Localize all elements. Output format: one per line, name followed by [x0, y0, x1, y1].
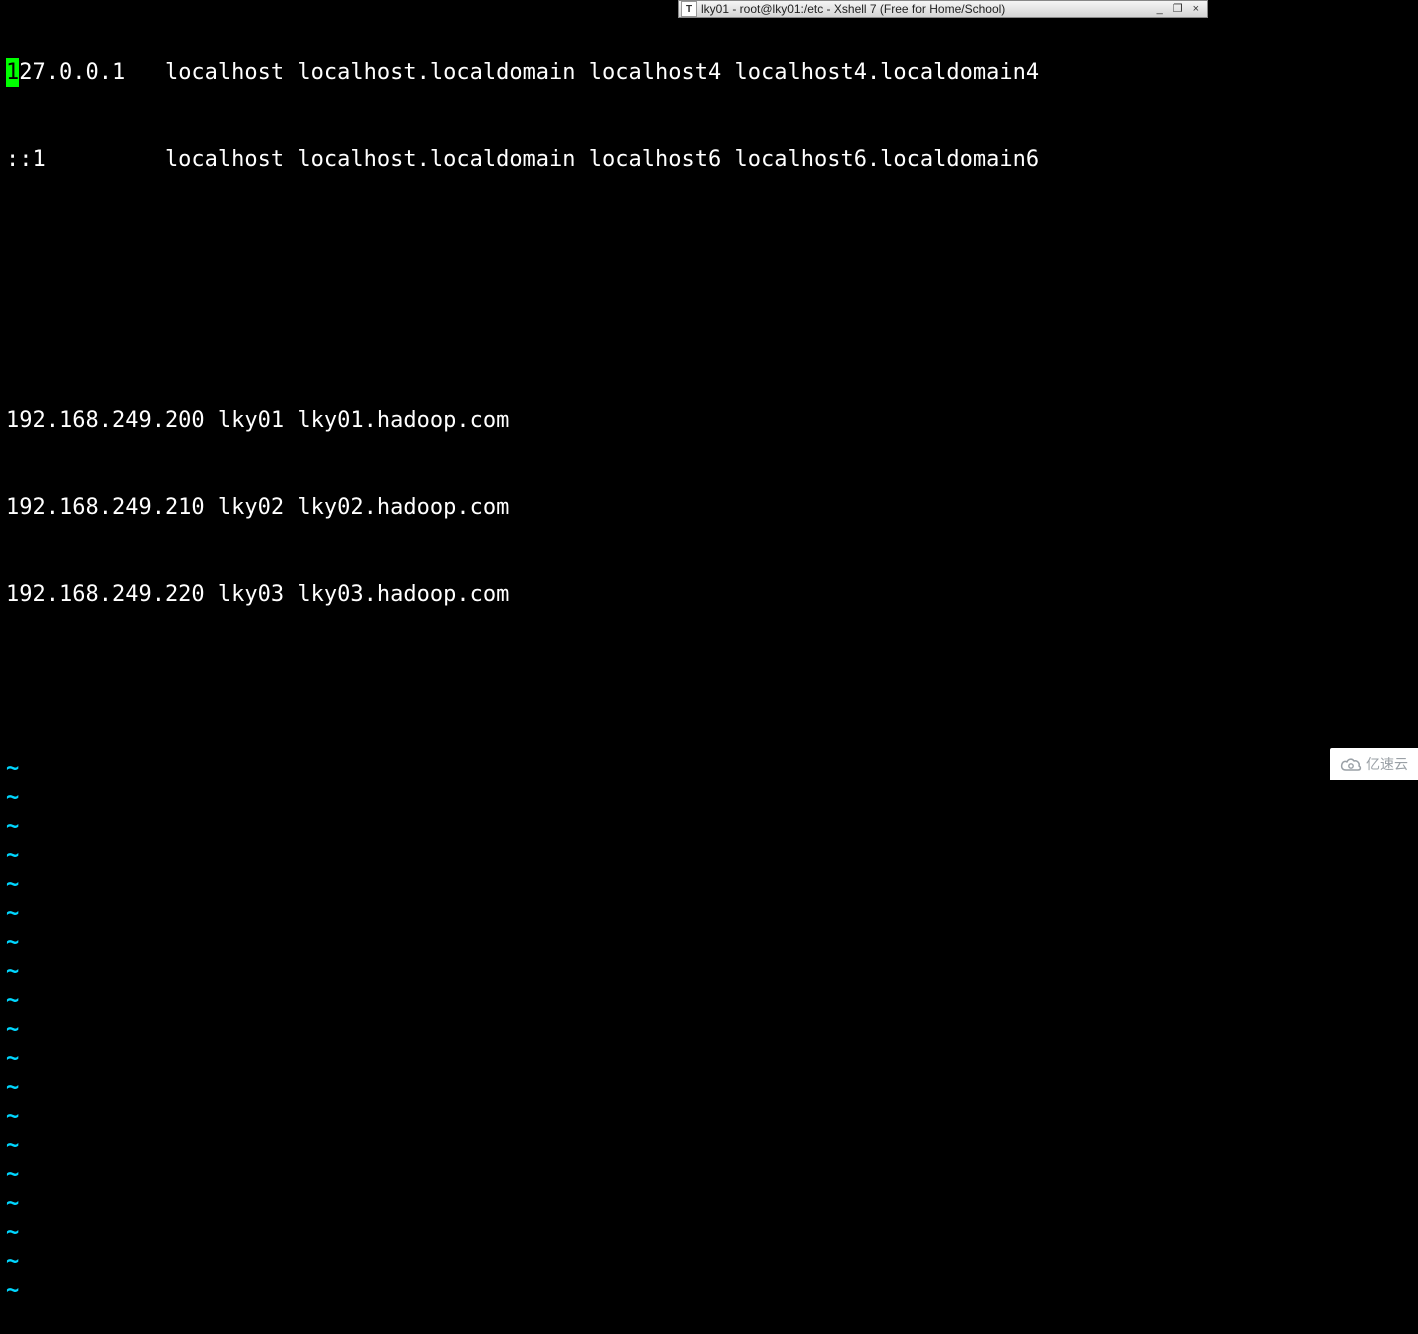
file-line — [6, 667, 1418, 696]
window-controls: _ ❐ × — [1155, 4, 1207, 15]
empty-line-tilde: ~ — [6, 1131, 1418, 1160]
file-line: 127.0.0.1 localhost localhost.localdomai… — [6, 58, 1418, 87]
empty-line-tilde: ~ — [6, 1044, 1418, 1073]
empty-line-tilde: ~ — [6, 870, 1418, 899]
file-line: 192.168.249.210 lky02 lky02.hadoop.com — [6, 493, 1418, 522]
restore-button[interactable]: ❐ — [1171, 4, 1185, 15]
empty-line-tilde: ~ — [6, 1015, 1418, 1044]
file-line — [6, 232, 1418, 261]
empty-line-tilde: ~ — [6, 1189, 1418, 1218]
terminal-editor[interactable]: 127.0.0.1 localhost localhost.localdomai… — [0, 0, 1418, 780]
empty-line-tilde: ~ — [6, 986, 1418, 1015]
cursor: 1 — [6, 58, 19, 87]
cloud-icon — [1340, 756, 1362, 772]
watermark-text: 亿速云 — [1366, 754, 1408, 774]
file-line — [6, 319, 1418, 348]
line-text: 27.0.0.1 localhost localhost.localdomain… — [19, 60, 1039, 85]
window-titlebar[interactable]: T lky01 - root@lky01:/etc - Xshell 7 (Fr… — [678, 0, 1208, 18]
file-line: 192.168.249.220 lky03 lky03.hadoop.com — [6, 580, 1418, 609]
file-line: ::1 localhost localhost.localdomain loca… — [6, 145, 1418, 174]
empty-line-tilde: ~ — [6, 1073, 1418, 1102]
minimize-button[interactable]: _ — [1155, 4, 1165, 15]
window-title: lky01 - root@lky01:/etc - Xshell 7 (Free… — [701, 2, 1155, 16]
empty-line-tilde: ~ — [6, 783, 1418, 812]
empty-line-tilde: ~ — [6, 1247, 1418, 1276]
empty-line-tilde: ~ — [6, 1160, 1418, 1189]
empty-line-tilde: ~ — [6, 754, 1418, 783]
empty-line-tilde: ~ — [6, 899, 1418, 928]
empty-line-tilde: ~ — [6, 1102, 1418, 1131]
app-icon: T — [681, 1, 697, 17]
empty-line-tilde: ~ — [6, 1218, 1418, 1247]
watermark: 亿速云 — [1330, 748, 1418, 780]
close-button[interactable]: × — [1191, 4, 1201, 15]
empty-line-tilde: ~ — [6, 1276, 1418, 1305]
file-line: 192.168.249.200 lky01 lky01.hadoop.com — [6, 406, 1418, 435]
empty-line-tilde: ~ — [6, 841, 1418, 870]
empty-line-tilde: ~ — [6, 957, 1418, 986]
empty-line-tilde: ~ — [6, 812, 1418, 841]
empty-line-tilde: ~ — [6, 928, 1418, 957]
